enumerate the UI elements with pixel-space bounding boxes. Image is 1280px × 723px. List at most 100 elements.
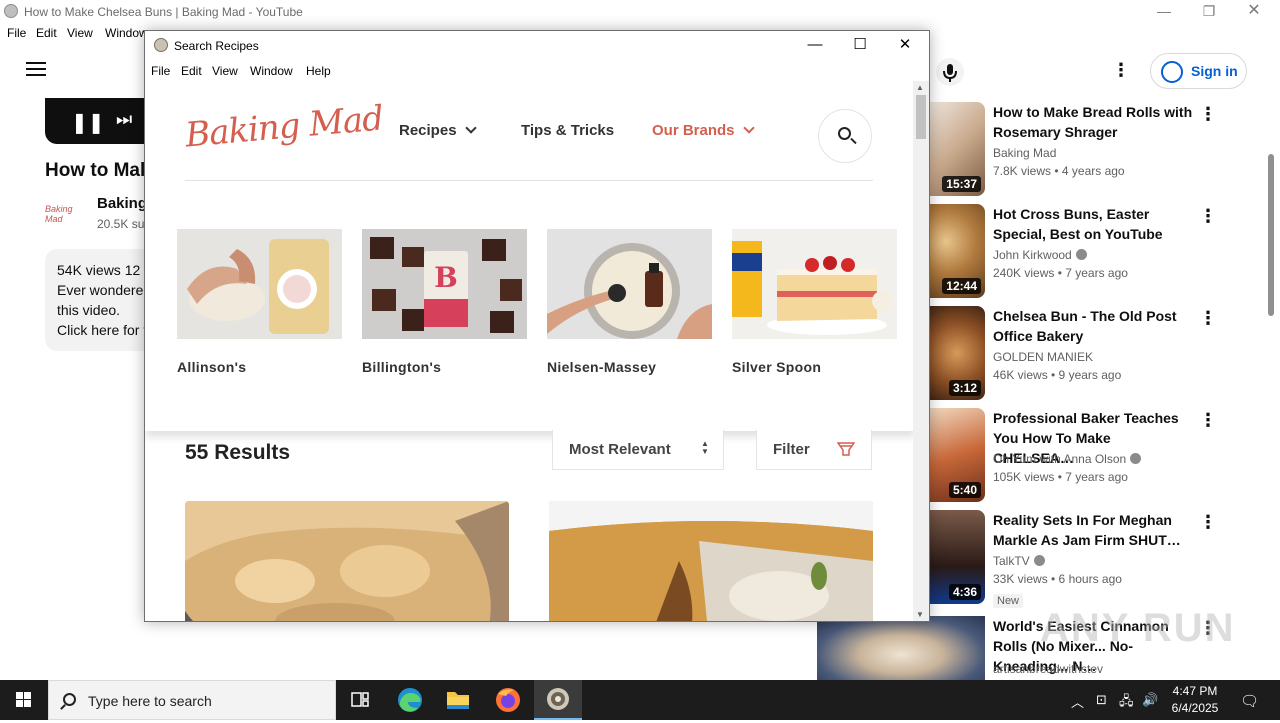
recipes-app-icon[interactable] — [534, 680, 582, 720]
edge-icon[interactable] — [386, 680, 434, 720]
pause-icon[interactable]: ❚❚ — [71, 110, 105, 134]
more-options-icon[interactable]: ⋮ — [1112, 60, 1130, 81]
recommendation-channel[interactable]: Baking Mad — [993, 146, 1056, 160]
youtube-minimize-button[interactable]: — — [1142, 2, 1186, 22]
verified-icon — [1075, 249, 1087, 260]
video-thumbnail[interactable]: 12:44 — [929, 204, 985, 298]
brand-card-allinsons[interactable]: Allinson's — [177, 229, 342, 389]
microphone-icon[interactable] — [936, 58, 964, 86]
firefox-icon[interactable] — [484, 680, 532, 720]
page-scrollbar[interactable] — [1268, 154, 1274, 316]
video-thumbnail[interactable]: 15:37 — [929, 102, 985, 196]
recommendation-item[interactable]: 12:44 Hot Cross Buns, Easter Special, Be… — [929, 204, 1249, 300]
recipe-image[interactable] — [185, 501, 509, 621]
recommendation-title[interactable]: Reality Sets In For Meghan Markle As Jam… — [993, 510, 1193, 550]
brand-name[interactable]: Allinson's — [177, 359, 246, 375]
search-button[interactable] — [818, 109, 872, 163]
app-scrollbar[interactable]: ▲ ▼ — [913, 81, 929, 621]
app-titlebar[interactable]: Search Recipes — ☐ ✕ — [145, 31, 929, 59]
recipe-image[interactable] — [549, 501, 873, 621]
nav-tips-and-tricks[interactable]: Tips & Tricks — [521, 122, 614, 139]
video-thumbnail[interactable]: 5:40 — [929, 408, 985, 502]
hamburger-menu-icon[interactable] — [26, 62, 46, 78]
yt-menu-edit[interactable]: Edit — [36, 26, 57, 40]
recommendation-channel[interactable]: John Kirkwood — [993, 248, 1087, 262]
video-thumbnail[interactable]: 4:36 — [929, 510, 985, 604]
file-explorer-icon[interactable] — [434, 680, 482, 720]
recipe-card[interactable] — [549, 501, 873, 621]
recommendation-channel[interactable]: TalkTV — [993, 554, 1045, 568]
video-thumbnail[interactable]: 3:12 — [929, 306, 985, 400]
yt-menu-view[interactable]: View — [67, 26, 93, 40]
recommendation-title[interactable]: Hot Cross Buns, Easter Special, Best on … — [993, 204, 1193, 244]
network-drive-icon[interactable]: ⊡ — [1096, 692, 1107, 708]
yt-menu-window[interactable]: Window — [105, 26, 148, 40]
recipe-card[interactable] — [185, 501, 509, 621]
clock-time[interactable]: 4:47 PM — [1165, 684, 1225, 698]
scroll-up-icon[interactable]: ▲ — [916, 83, 924, 92]
recommendation-item[interactable]: 5:40 Professional Baker Teaches You How … — [929, 408, 1249, 504]
menu-view[interactable]: View — [212, 64, 238, 78]
brand-name[interactable]: Silver Spoon — [732, 359, 821, 375]
recommendation-meta: 7.8K views • 4 years ago — [993, 164, 1125, 178]
task-view-icon[interactable] — [336, 680, 384, 720]
menu-edit[interactable]: Edit — [181, 64, 202, 78]
brand-card-silver-spoon[interactable]: Silver Spoon — [732, 229, 897, 389]
sign-in-label: Sign in — [1191, 63, 1238, 79]
nav-recipes[interactable]: Recipes — [399, 122, 477, 139]
more-options-icon[interactable]: ⋮ — [1199, 206, 1217, 227]
sign-in-button[interactable]: Sign in — [1150, 53, 1247, 89]
recommendation-channel[interactable]: Oh Yum with Anna Olson — [993, 452, 1142, 466]
brand-name[interactable]: Nielsen-Massey — [547, 359, 656, 375]
recommendation-item[interactable]: 15:37 How to Make Bread Rolls with Rosem… — [929, 102, 1249, 198]
video-thumbnail[interactable] — [817, 616, 985, 680]
more-options-icon[interactable]: ⋮ — [1199, 104, 1217, 125]
recommendation-channel[interactable]: artisanbreadwithstev — [993, 662, 1103, 676]
recommendation-title[interactable]: Chelsea Bun - The Old Post Office Bakery — [993, 306, 1193, 346]
sort-select[interactable]: Most Relevant ▲ ▼ — [552, 430, 724, 470]
recommendation-item[interactable]: 3:12 Chelsea Bun - The Old Post Office B… — [929, 306, 1249, 402]
next-video-icon[interactable]: ⏭ — [116, 109, 132, 130]
nav-our-brands[interactable]: Our Brands — [652, 122, 755, 139]
filter-label: Filter — [773, 441, 810, 458]
youtube-close-button[interactable]: ✕ — [1232, 2, 1276, 22]
volume-icon[interactable]: 🔊 — [1142, 692, 1158, 708]
more-options-icon[interactable]: ⋮ — [1199, 512, 1217, 533]
brand-image[interactable] — [177, 229, 342, 339]
more-options-icon[interactable]: ⋮ — [1199, 308, 1217, 329]
brand-image[interactable]: B — [362, 229, 527, 339]
show-hidden-icons-icon[interactable]: ︿ — [1071, 692, 1084, 711]
maximize-button[interactable]: ☐ — [838, 34, 882, 56]
menu-window[interactable]: Window — [250, 64, 293, 78]
notifications-icon[interactable]: 🗨 — [1240, 692, 1259, 710]
close-button[interactable]: ✕ — [883, 34, 927, 56]
channel-avatar[interactable]: Baking Mad — [45, 204, 85, 224]
recommendation-title[interactable]: How to Make Bread Rolls with Rosemary Sh… — [993, 102, 1193, 142]
brand-card-nielsen-massey[interactable]: Nielsen-Massey — [547, 229, 712, 389]
more-options-icon[interactable]: ⋮ — [1199, 410, 1217, 431]
filter-button[interactable]: Filter — [756, 430, 872, 470]
sort-arrows-icon: ▲ ▼ — [701, 439, 709, 456]
start-button[interactable] — [0, 680, 48, 720]
menu-help[interactable]: Help — [306, 64, 331, 78]
scroll-down-icon[interactable]: ▼ — [916, 610, 924, 619]
brand-image[interactable] — [732, 229, 897, 339]
brand-card-billingtons[interactable]: B Billington's — [362, 229, 527, 389]
recommendation-item[interactable]: 4:36 Reality Sets In For Meghan Markle A… — [929, 510, 1249, 608]
channel-name[interactable]: Baking — [97, 195, 147, 212]
clock-date[interactable]: 6/4/2025 — [1165, 701, 1225, 715]
menu-file[interactable]: File — [151, 64, 170, 78]
recommendation-meta: 105K views • 7 years ago — [993, 470, 1128, 484]
yt-menu-file[interactable]: File — [7, 26, 26, 40]
recommendation-channel[interactable]: GOLDEN MANIEK — [993, 350, 1093, 364]
account-icon — [1161, 61, 1183, 83]
watermark: ANY RUN — [1040, 606, 1236, 650]
youtube-restore-button[interactable]: ❐ — [1187, 2, 1231, 22]
network-icon[interactable]: 🖧 — [1119, 692, 1134, 714]
site-logo[interactable]: Baking Mad — [184, 98, 385, 155]
taskbar-search-box[interactable]: Type here to search — [48, 680, 336, 720]
brand-image[interactable] — [547, 229, 712, 339]
brand-name[interactable]: Billington's — [362, 359, 441, 375]
scroll-thumb[interactable] — [916, 95, 926, 139]
minimize-button[interactable]: — — [793, 34, 837, 56]
